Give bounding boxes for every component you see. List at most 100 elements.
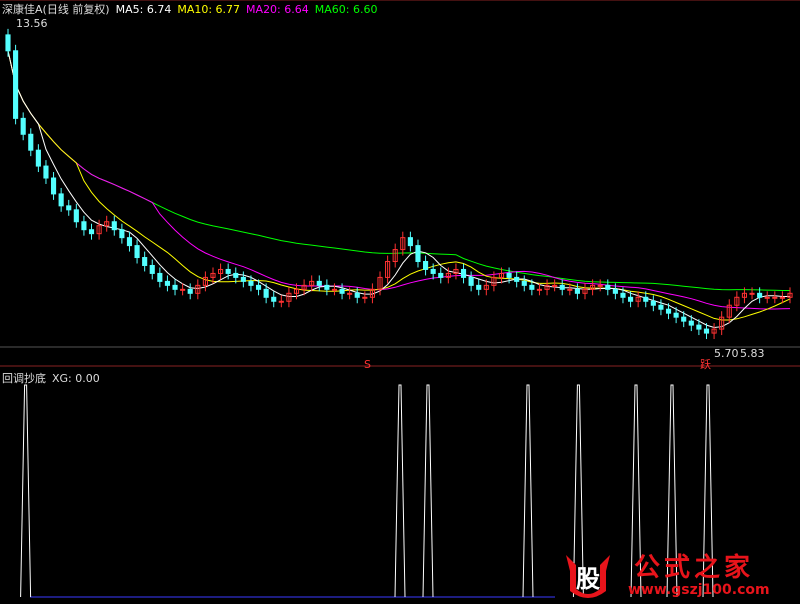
candle-body xyxy=(521,280,527,286)
ma20-path xyxy=(7,50,791,310)
candle-body xyxy=(696,324,702,330)
candle-body xyxy=(703,328,710,334)
candle-body xyxy=(597,284,603,287)
candle-body xyxy=(324,284,330,290)
candle-body xyxy=(354,292,360,298)
ma60-line xyxy=(7,50,790,291)
ma10-path xyxy=(7,50,791,321)
candle-body xyxy=(157,272,163,282)
candle-body xyxy=(559,284,565,290)
candle-body xyxy=(650,300,656,306)
candle-body xyxy=(187,288,193,294)
indicator-name: 回调抄底 xyxy=(2,372,46,385)
candle-body xyxy=(50,177,57,195)
candle-body xyxy=(514,276,520,282)
candle-body xyxy=(172,284,178,290)
candle-body xyxy=(749,292,755,295)
high-price-label: 13.56 xyxy=(16,17,48,30)
candle-body xyxy=(665,308,672,314)
candle-body xyxy=(620,292,626,298)
candle-body xyxy=(764,296,770,299)
candle-body xyxy=(574,288,580,294)
candle-body xyxy=(111,221,117,231)
ma10-label: MA10: 6.77 xyxy=(177,3,241,16)
candle-body xyxy=(430,268,436,274)
candle-body xyxy=(407,237,413,247)
ma20-line xyxy=(7,50,791,310)
candle-body xyxy=(529,284,535,290)
candle-body xyxy=(81,221,87,231)
candle-body xyxy=(73,209,79,223)
candle-body xyxy=(58,193,64,207)
candle-body xyxy=(142,257,148,266)
candle-body xyxy=(415,245,421,263)
candle-body xyxy=(438,272,444,278)
chart-canvas[interactable]: 13.56 5.70 5.83 S 跃 xyxy=(0,0,800,604)
candle-body xyxy=(468,276,474,286)
candle-body xyxy=(673,312,679,318)
chart-grid xyxy=(0,0,800,598)
candle-body xyxy=(339,288,345,294)
watermark-site-name: 公式之家 xyxy=(634,553,755,583)
stock-title: 深康佳A(日线 前复权) xyxy=(2,3,110,16)
candle-body xyxy=(225,268,231,274)
candle-body xyxy=(149,264,155,274)
candle-body xyxy=(271,296,277,302)
xg-value-label: XG: 0.00 xyxy=(52,372,100,385)
candle-body xyxy=(13,50,19,119)
main-chart-header: 深康佳A(日线 前复权) MA5: 6.74 MA10: 6.77 MA20: 6.6… xyxy=(2,1,383,17)
candle-body xyxy=(658,304,664,310)
candle-body xyxy=(423,261,429,270)
candle-body xyxy=(43,165,49,179)
candle-body xyxy=(681,316,687,322)
candle-body xyxy=(605,284,611,290)
candle-body xyxy=(567,288,573,291)
sell-marker: S xyxy=(364,358,371,371)
candle-body xyxy=(164,280,171,286)
candle-body xyxy=(612,288,618,294)
candle-body xyxy=(779,296,785,299)
ma60-path xyxy=(7,50,790,291)
xg-spike xyxy=(20,384,32,598)
candle-body xyxy=(240,276,246,282)
candle-body xyxy=(460,268,467,278)
candle-body xyxy=(134,245,140,259)
xg-spike xyxy=(394,384,406,598)
indicator-header: 回调抄底 XG: 0.00 xyxy=(2,370,106,386)
xg-spike xyxy=(422,384,434,598)
candle-body xyxy=(126,237,133,247)
candle-body xyxy=(88,229,95,235)
candle-body xyxy=(627,296,634,302)
candle-body xyxy=(643,296,649,302)
ma60-label: MA60: 6.60 xyxy=(314,3,378,16)
candle-body xyxy=(263,288,269,298)
candle-body xyxy=(536,288,543,291)
candle-body xyxy=(119,229,125,239)
watermark-logo-icon: 股 xyxy=(562,549,614,601)
candle-body xyxy=(233,272,239,278)
candle-body xyxy=(476,284,482,290)
candles-group xyxy=(5,28,793,340)
candle-body xyxy=(757,292,763,298)
candle-body xyxy=(362,296,368,299)
svg-text:股: 股 xyxy=(576,565,600,593)
candle-body xyxy=(5,34,11,52)
candle-body xyxy=(316,280,322,286)
candle-body xyxy=(552,284,558,287)
candle-body xyxy=(278,300,284,303)
candle-body xyxy=(255,284,262,290)
candle-body xyxy=(347,292,353,295)
candle-body xyxy=(20,117,26,135)
candle-body xyxy=(35,149,41,167)
xg-spike xyxy=(522,384,534,598)
candle-body xyxy=(28,133,34,151)
buy-marker: 跃 xyxy=(700,357,711,371)
ma20-label: MA20: 6.64 xyxy=(246,3,309,16)
candle-body xyxy=(66,205,72,211)
candle-body xyxy=(331,288,338,291)
watermark-url: www.gszj100.com xyxy=(628,582,770,598)
candle-body xyxy=(688,320,694,326)
low-price-label: 5.70 xyxy=(714,347,739,360)
candle-body xyxy=(772,296,778,299)
candle-body xyxy=(506,272,512,278)
